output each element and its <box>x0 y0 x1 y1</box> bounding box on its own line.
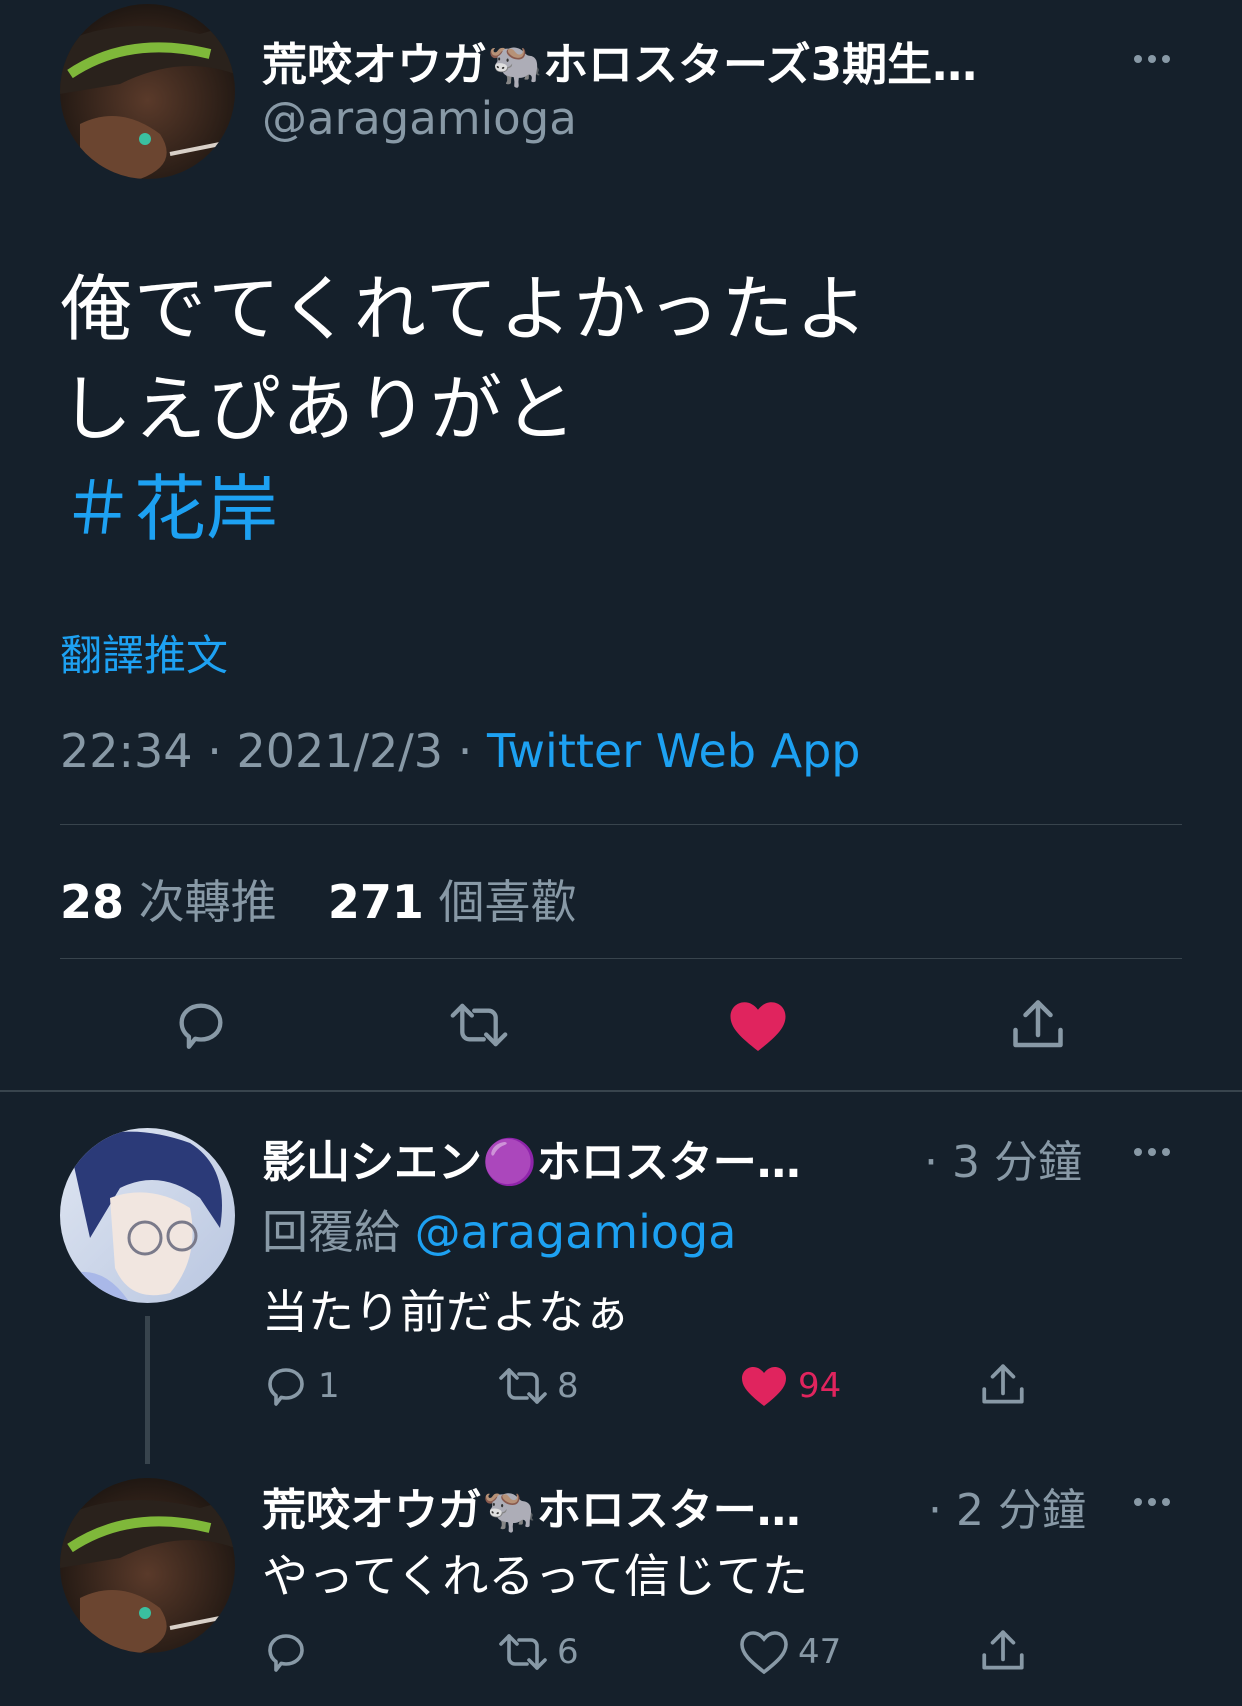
tweet-stats: 28 次轉推 271 個喜歡 <box>60 866 577 932</box>
share-icon <box>1013 1000 1063 1048</box>
reply-display-name[interactable]: 荒咬オウガ🐃ホロスター… <box>262 1474 801 1538</box>
tweet-meta: 22:34 · 2021/2/3 · Twitter Web App <box>60 724 861 778</box>
like-count: 47 <box>798 1632 842 1672</box>
retweet-icon <box>499 1368 547 1404</box>
retweet-count: 6 <box>557 1632 579 1672</box>
reply-action-reply[interactable] <box>262 1628 310 1676</box>
retweet-count: 28 <box>60 875 125 929</box>
author-handle[interactable]: @aragamioga <box>262 92 577 145</box>
reply-action-share[interactable] <box>978 1360 1028 1410</box>
tweet-source-link[interactable]: Twitter Web App <box>487 724 861 778</box>
heart-outline-icon <box>740 1631 788 1674</box>
more-options-icon[interactable] <box>1134 1498 1170 1506</box>
reply-text: やってくれるって信じてた <box>262 1549 809 1603</box>
author-avatar[interactable] <box>60 4 235 179</box>
reply-action-like[interactable] <box>740 1364 788 1408</box>
retweet-button[interactable] <box>448 996 510 1054</box>
reply-icon <box>268 1634 304 1672</box>
share-button[interactable] <box>1008 994 1068 1056</box>
reply-count: 1 <box>318 1366 340 1406</box>
retweet-icon <box>450 1003 508 1047</box>
retweet-stat[interactable]: 28 次轉推 <box>60 875 291 929</box>
reply-to-label: 回覆給 <box>262 1205 400 1259</box>
retweet-count: 8 <box>557 1366 579 1406</box>
reply-avatar[interactable] <box>60 1128 235 1303</box>
reply-timestamp[interactable]: · 3 分鐘 <box>924 1126 1082 1190</box>
reply-display-name[interactable]: 影山シエン🟣ホロスター… <box>262 1126 801 1190</box>
share-icon <box>982 1630 1024 1670</box>
like-count: 94 <box>798 1366 842 1406</box>
reply-action-retweet[interactable] <box>496 1362 550 1410</box>
reply-action-retweet[interactable] <box>496 1628 550 1676</box>
reply-action-like[interactable] <box>740 1630 788 1674</box>
more-options-icon[interactable] <box>1134 1148 1170 1156</box>
reply-to-handle-link[interactable]: @aragamioga <box>415 1205 737 1259</box>
reply-text: 当たり前だよなぁ <box>262 1285 630 1339</box>
thread-line <box>145 1316 150 1464</box>
reply-action-share[interactable] <box>978 1626 1028 1676</box>
tweet-time: 22:34 <box>60 724 193 778</box>
reply-timestamp[interactable]: · 2 分鐘 <box>928 1474 1086 1538</box>
reply-action-reply[interactable] <box>262 1362 310 1410</box>
reply-button[interactable] <box>172 996 230 1054</box>
separator-dot: · <box>457 724 487 778</box>
tweet-text-line: しえぴありがと <box>60 367 579 451</box>
like-count: 271 <box>327 875 424 929</box>
more-options-icon[interactable] <box>1134 55 1170 63</box>
like-button[interactable] <box>728 998 788 1054</box>
heart-filled-icon <box>730 1002 786 1051</box>
reply-icon <box>268 1368 304 1406</box>
reply-icon <box>179 1003 223 1049</box>
heart-filled-icon <box>742 1367 786 1406</box>
like-stat[interactable]: 271 個喜歡 <box>328 875 577 929</box>
section-divider <box>0 1090 1242 1092</box>
reply-to-line: 回覆給 @aragamioga <box>262 1196 736 1262</box>
retweet-icon <box>499 1634 547 1670</box>
author-display-name[interactable]: 荒咬オウガ🐃ホロスターズ3期生… <box>262 28 977 93</box>
divider <box>60 824 1182 825</box>
tweet-text-line: 俺でてくれてよかったよ <box>60 267 870 351</box>
translate-tweet-link[interactable]: 翻譯推文 <box>60 622 228 683</box>
divider <box>60 958 1182 959</box>
reply-avatar[interactable] <box>60 1478 235 1653</box>
hashtag-link[interactable]: ＃花岸 <box>62 450 278 555</box>
tweet-date: 2021/2/3 <box>236 724 444 778</box>
retweet-label: 次轉推 <box>138 875 277 929</box>
separator-dot: · <box>207 724 237 778</box>
share-icon <box>982 1364 1024 1404</box>
like-label: 個喜歡 <box>438 875 577 929</box>
